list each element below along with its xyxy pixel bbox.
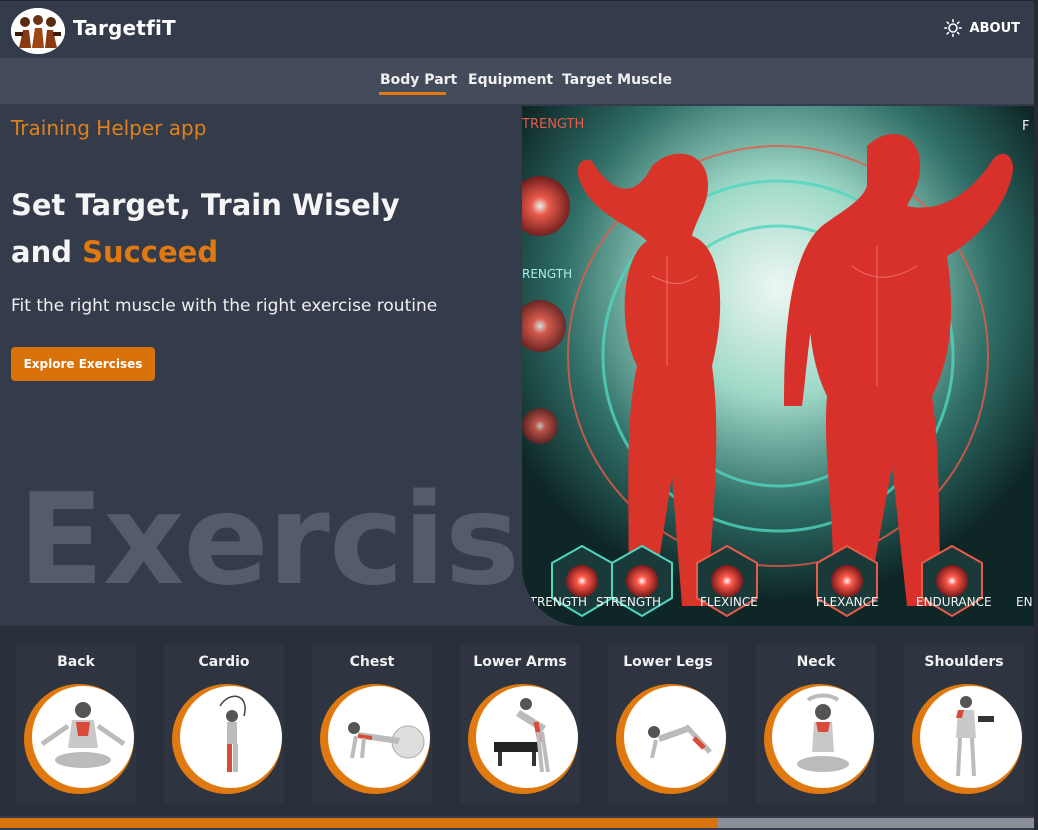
tab-equipment[interactable]: Equipment [468,72,553,88]
shoulders-exercise-icon [920,686,1022,788]
image-label-8: EN [1016,595,1033,609]
category-image-frame [912,684,1022,794]
headline-accent: Succeed [82,235,219,269]
category-image-frame [24,684,134,794]
category-card-chest[interactable]: Chest [312,644,432,804]
hero-tagline: Training Helper app [11,116,207,140]
category-card-back[interactable]: Back [16,644,136,804]
sun-icon[interactable] [943,19,962,37]
category-label: Back [57,654,95,670]
body-part-carousel: Back Cardio Chest Lower Arms Lower Legs … [0,626,1034,816]
tab-target-muscle[interactable]: Target Muscle [562,72,672,88]
back-exercise-icon [32,686,134,788]
top-bar: TargetfiT ABOUT [0,0,1034,58]
lower-arms-exercise-icon [476,686,578,788]
team-logo-icon[interactable] [11,8,65,54]
category-image-frame [172,684,282,794]
about-label[interactable]: ABOUT [970,21,1020,36]
scrollbar-thumb[interactable] [0,818,718,828]
category-label: Neck [796,654,836,670]
brand-name[interactable]: TargetfiT [73,16,176,40]
category-card-cardio[interactable]: Cardio [164,644,284,804]
headline-line-1: Set Target, Train Wisely [11,188,400,222]
image-label-9: F [1022,119,1029,134]
lower-legs-exercise-icon [624,686,726,788]
about-link[interactable]: ABOUT [943,19,1020,37]
window-edge [1034,0,1038,830]
hero-headline: Set Target, Train Wisely and Succeed [11,182,400,276]
horizontal-scrollbar[interactable] [0,818,1034,828]
image-label-5: FLEXINCE [700,595,758,609]
category-label: Cardio [198,654,250,670]
image-label-1: TRENGTH [522,117,584,132]
category-image-frame [320,684,430,794]
image-label-6: FLEXANCE [816,595,879,609]
image-label-7: ENDURANCE [916,595,992,609]
category-tabs: Body Part Equipment Target Muscle [0,58,1034,104]
category-image-frame [468,684,578,794]
category-image-frame [764,684,874,794]
category-card-shoulders[interactable]: Shoulders [904,644,1024,804]
anatomy-hero-image: TRENGTH RENGTH STRENGTH STRENGTH FLEXINC… [522,106,1034,626]
category-card-lower-legs[interactable]: Lower Legs [608,644,728,804]
active-tab-indicator [379,92,446,95]
category-card-neck[interactable]: Neck [756,644,876,804]
cardio-exercise-icon [180,686,282,788]
chest-exercise-icon [328,686,430,788]
image-label-4: STRENGTH [596,595,661,609]
category-label: Chest [349,654,395,670]
category-label: Lower Arms [473,654,567,670]
category-image-frame [616,684,726,794]
tab-body-part[interactable]: Body Part [380,72,457,88]
headline-and: and [11,235,83,269]
category-label: Lower Legs [623,654,713,670]
category-label: Shoulders [924,654,1004,670]
background-watermark-text: Exercise [18,466,604,613]
category-card-lower-arms[interactable]: Lower Arms [460,644,580,804]
explore-exercises-button[interactable]: Explore Exercises [11,347,155,381]
image-label-2: RENGTH [522,267,572,281]
neck-exercise-icon [772,686,874,788]
hero-section: Exercise Training Helper app Set Target,… [0,104,1034,626]
hero-subtitle: Fit the right muscle with the right exer… [11,296,438,316]
